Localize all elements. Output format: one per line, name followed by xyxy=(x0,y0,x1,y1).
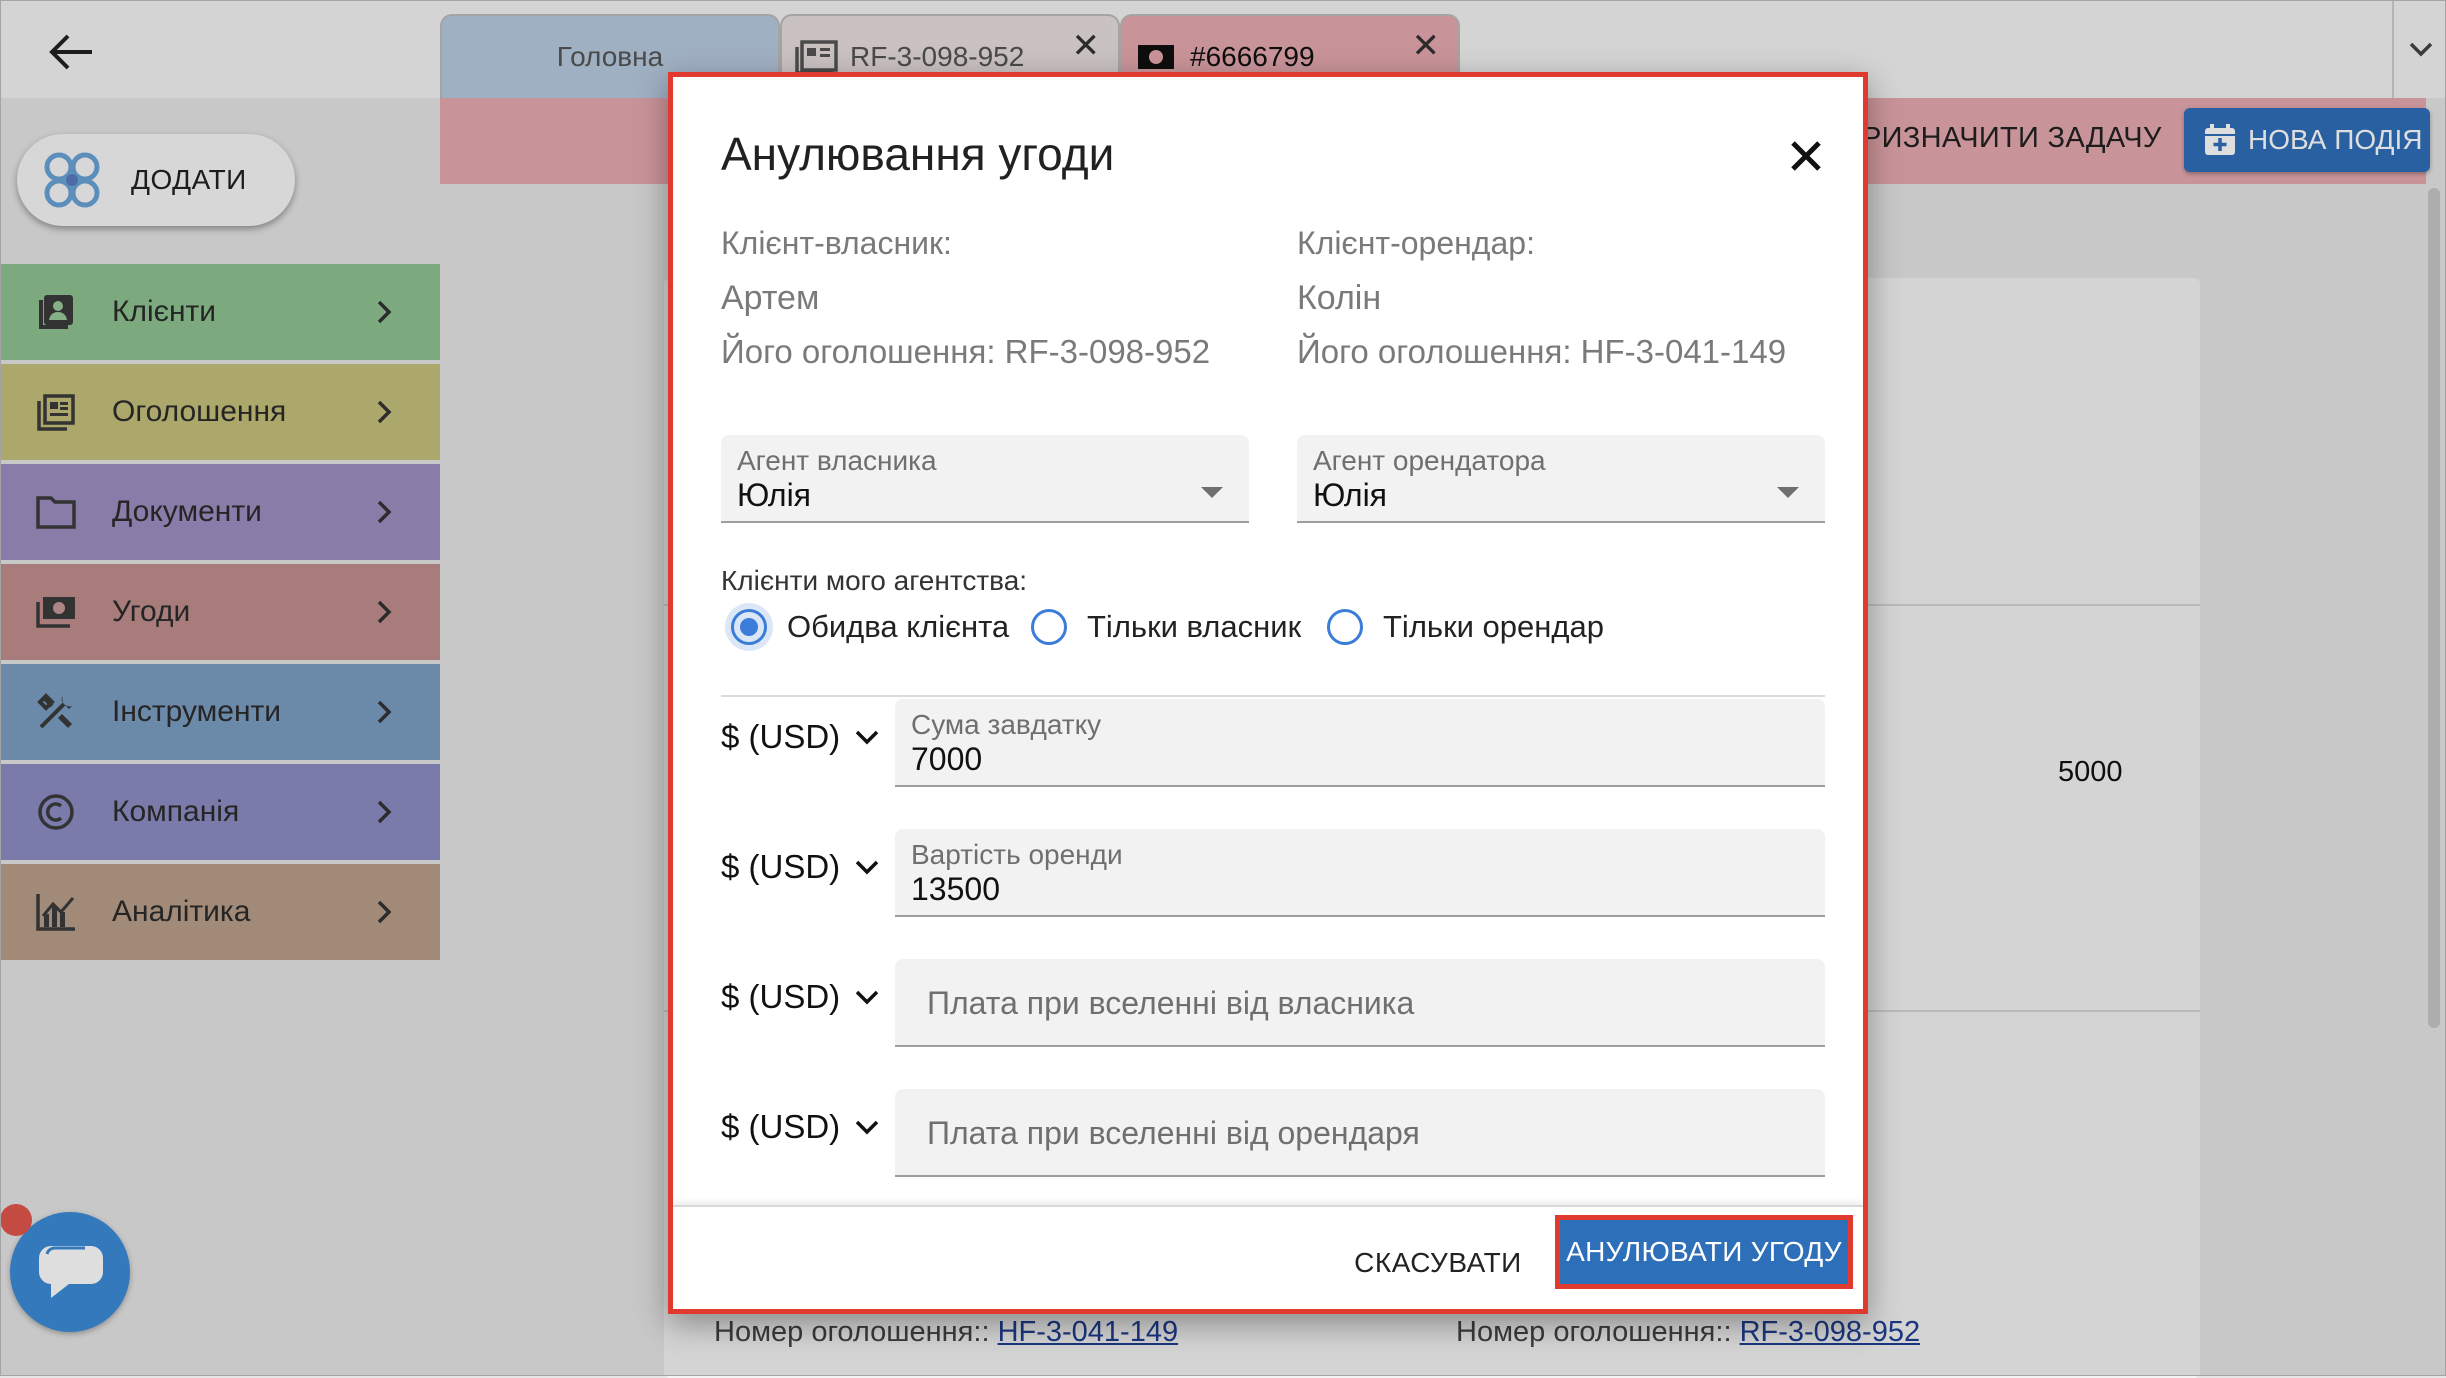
section-divider xyxy=(721,695,1825,697)
radio-owner-only[interactable]: Тільки власник xyxy=(1031,599,1301,655)
radio-both-clients[interactable]: Обидва клієнта xyxy=(731,599,1009,655)
cancel-button[interactable]: СКАСУВАТИ xyxy=(1353,1231,1523,1295)
currency-select-tenant-fee[interactable]: $ (USD) xyxy=(721,1097,880,1157)
owner-agent-value: Юлія xyxy=(737,477,811,513)
tenant-client-label: Клієнт-орендар: xyxy=(1297,225,1535,261)
currency-select-owner-fee[interactable]: $ (USD) xyxy=(721,967,880,1027)
owner-agent-label: Агент власника xyxy=(737,445,937,476)
owner-client-name: Артем xyxy=(721,279,820,317)
agency-clients-label: Клієнти мого агентства: xyxy=(721,565,1028,596)
currency-value: $ (USD) xyxy=(721,718,841,755)
radio-label: Тільки орендар xyxy=(1383,609,1604,644)
dropdown-arrow-icon xyxy=(1777,487,1799,498)
dialog-footer: СКАСУВАТИ АНУЛЮВАТИ УГОДУ xyxy=(673,1205,1863,1309)
radio-label: Обидва клієнта xyxy=(787,609,1010,644)
tenant-fee-placeholder: Плата при вселенні від орендаря xyxy=(927,1115,1420,1151)
tenant-agent-select[interactable]: Агент орендатора Юлія xyxy=(1297,435,1825,523)
rent-amount-label: Вартість оренди xyxy=(911,839,1123,870)
tenant-listing: Його оголошення: HF-3-041-149 xyxy=(1297,333,1787,370)
tenant-fee-field[interactable]: Плата при вселенні від орендаря xyxy=(895,1089,1825,1177)
chevron-down-icon xyxy=(855,1120,879,1135)
owner-listing: Його оголошення: RF-3-098-952 xyxy=(721,333,1211,370)
dialog-title: Анулювання угоди xyxy=(721,128,1115,180)
close-icon xyxy=(1791,141,1821,171)
chevron-down-icon xyxy=(855,990,879,1005)
rent-amount-value: 13500 xyxy=(911,871,1000,907)
owner-agent-select[interactable]: Агент власника Юлія xyxy=(721,435,1249,523)
dropdown-arrow-icon xyxy=(1201,487,1223,498)
close-button[interactable] xyxy=(1781,131,1831,181)
void-deal-button[interactable]: АНУЛЮВАТИ УГОДУ xyxy=(1555,1215,1853,1289)
radio-label: Тільки власник xyxy=(1087,609,1302,644)
radio-checked-icon xyxy=(731,609,767,645)
radio-unchecked-icon xyxy=(1327,609,1363,645)
deposit-amount-value: 7000 xyxy=(911,741,983,777)
radio-tenant-only[interactable]: Тільки орендар xyxy=(1327,599,1604,655)
currency-value: $ (USD) xyxy=(721,1108,841,1145)
chevron-down-icon xyxy=(855,730,879,745)
currency-value: $ (USD) xyxy=(721,848,841,885)
cancel-deal-dialog: Анулювання угоди Клієнт-власник: Артем Й… xyxy=(668,72,1868,1314)
owner-fee-field[interactable]: Плата при вселенні від власника xyxy=(895,959,1825,1047)
tenant-agent-label: Агент орендатора xyxy=(1313,445,1546,476)
tenant-client-name: Колін xyxy=(1297,279,1382,317)
owner-fee-placeholder: Плата при вселенні від власника xyxy=(927,985,1415,1021)
chevron-down-icon xyxy=(855,860,879,875)
deposit-amount-label: Сума завдатку xyxy=(911,709,1102,740)
tenant-agent-value: Юлія xyxy=(1313,477,1387,513)
currency-select-deposit[interactable]: $ (USD) xyxy=(721,707,880,767)
radio-unchecked-icon xyxy=(1031,609,1067,645)
deposit-amount-field[interactable]: Сума завдатку 7000 xyxy=(895,699,1825,787)
currency-select-rent[interactable]: $ (USD) xyxy=(721,837,880,897)
owner-client-label: Клієнт-власник: xyxy=(721,225,952,261)
currency-value: $ (USD) xyxy=(721,978,841,1015)
rent-amount-field[interactable]: Вартість оренди 13500 xyxy=(895,829,1825,917)
